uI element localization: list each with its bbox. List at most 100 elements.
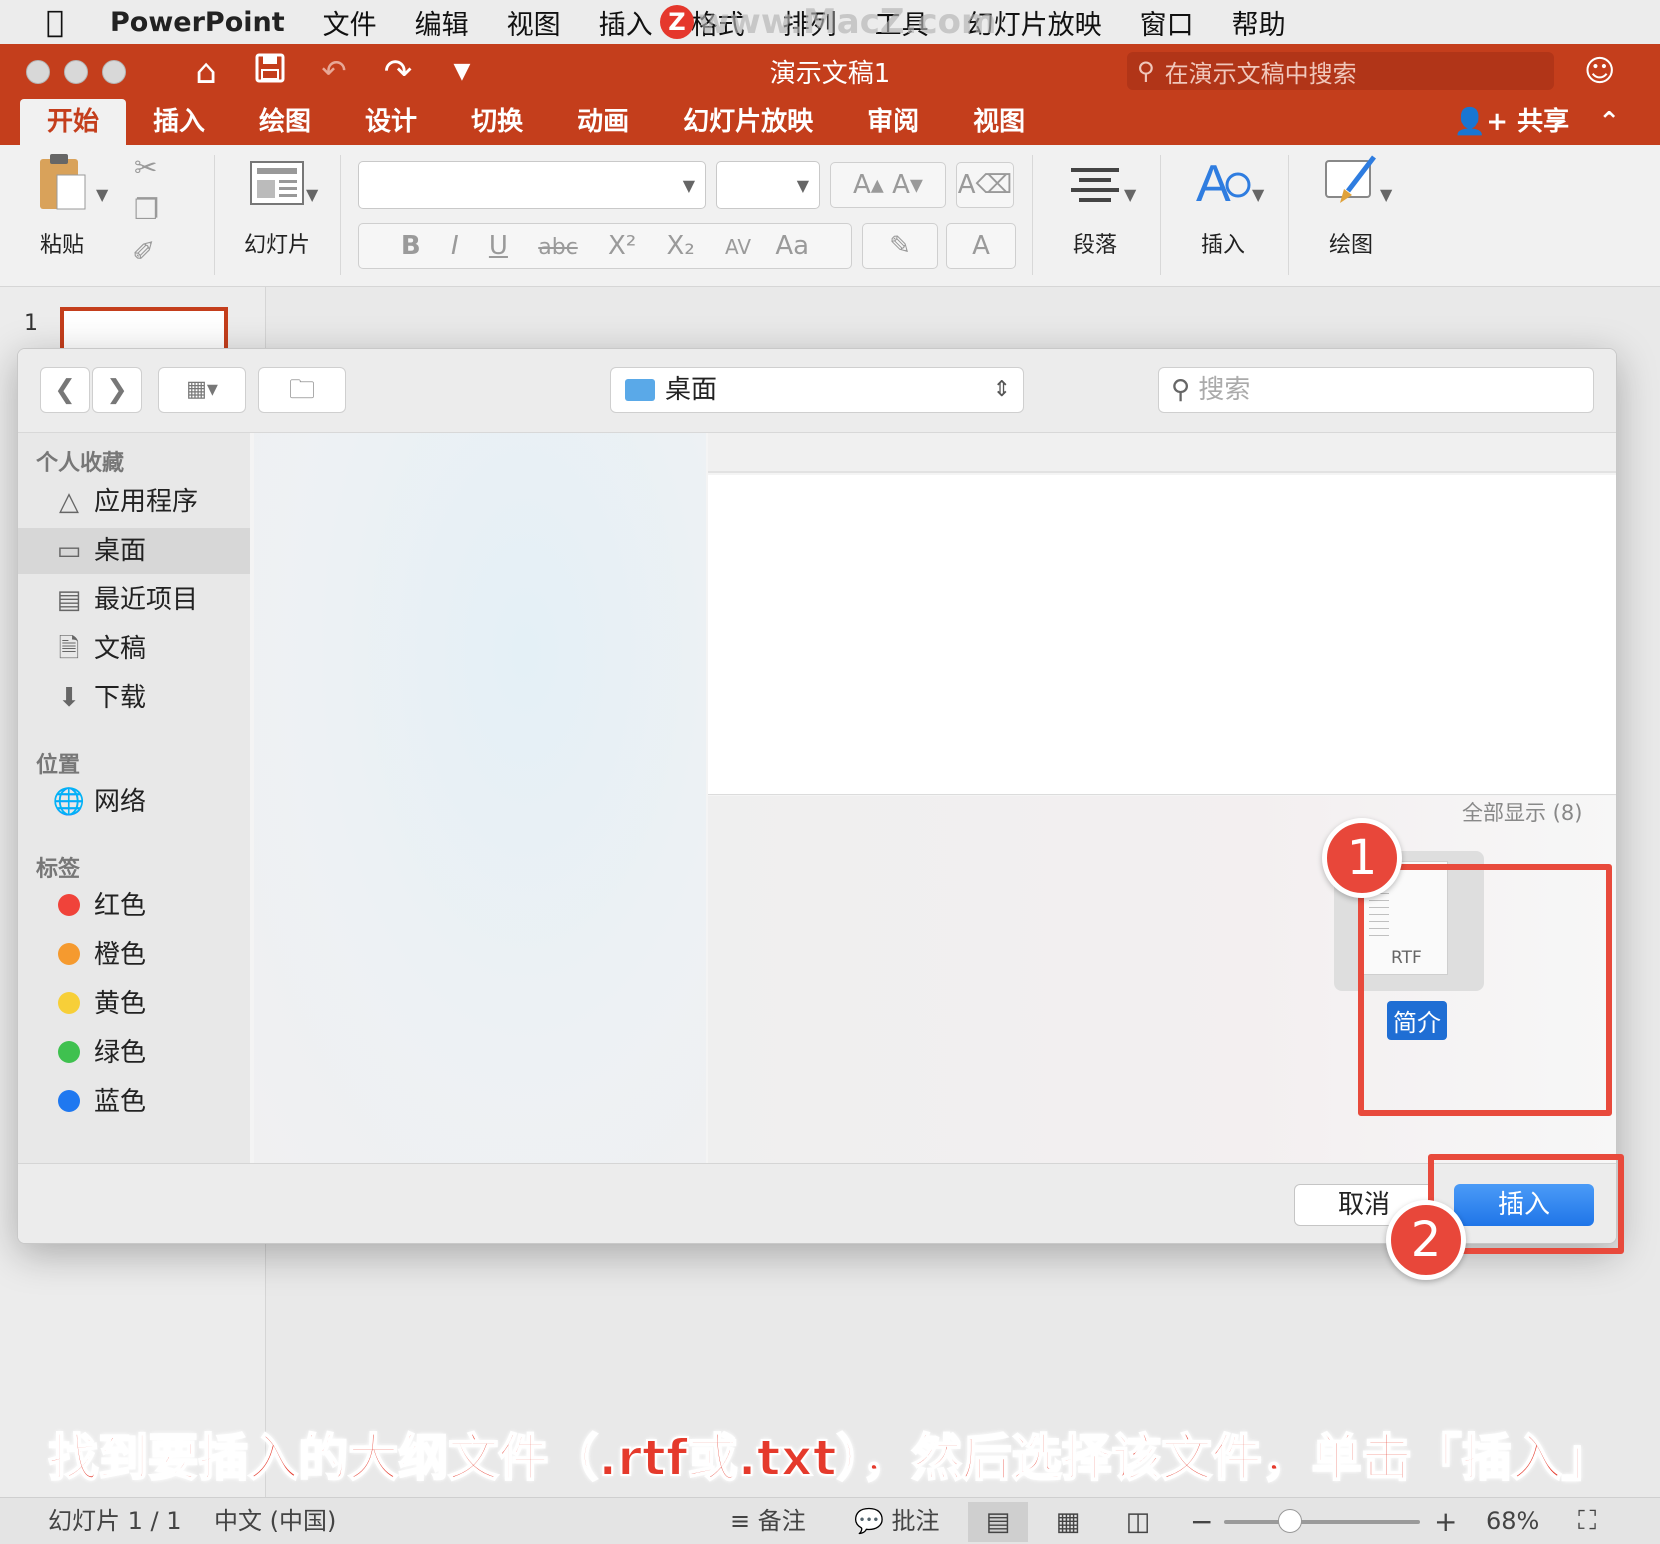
menu-insert[interactable]: 插入 <box>599 3 653 42</box>
paste-dropdown-icon[interactable]: ▼ <box>96 185 108 204</box>
comment-icon: 💬 <box>854 1507 884 1535</box>
format-painter-icon[interactable]: ✐ <box>132 235 155 268</box>
slide-sorter-icon[interactable]: ▦ <box>1038 1502 1098 1542</box>
menu-view[interactable]: 视图 <box>507 3 561 42</box>
sidebar-item-applications[interactable]: △ 应用程序 <box>18 479 250 525</box>
tab-slideshow[interactable]: 幻灯片放映 <box>656 99 840 145</box>
sidebar-item-documents[interactable]: 🗎 文稿 <box>18 626 250 672</box>
customize-toolbar-icon[interactable]: ▼ <box>442 59 482 84</box>
subscript-icon[interactable]: X₂ <box>667 231 695 261</box>
tab-design[interactable]: 设计 <box>338 99 444 145</box>
redo-icon[interactable]: ↷ <box>378 52 418 92</box>
location-select[interactable]: 桌面 ⇕ <box>610 367 1024 413</box>
tab-draw[interactable]: 绘图 <box>232 99 338 145</box>
clipboard-icon <box>22 151 102 227</box>
language-indicator[interactable]: 中文 (中国) <box>214 1498 336 1544</box>
view-options-button[interactable]: ▦▾ <box>158 367 246 413</box>
close-window-button[interactable] <box>26 59 50 84</box>
zoom-slider-handle[interactable] <box>1278 1509 1302 1533</box>
tab-animations[interactable]: 动画 <box>550 99 656 145</box>
forward-button[interactable]: ❯ <box>92 367 142 413</box>
font-name-select[interactable]: ▼ <box>358 161 706 209</box>
decrease-font-size-icon[interactable]: A▾ <box>892 170 923 200</box>
menu-help[interactable]: 帮助 <box>1232 3 1286 42</box>
superscript-icon[interactable]: X² <box>608 231 636 261</box>
sidebar-tag-green[interactable]: 绿色 <box>18 1030 250 1076</box>
menu-app-name[interactable]: PowerPoint <box>110 7 285 38</box>
back-button[interactable]: ❮ <box>40 367 90 413</box>
search-icon: ⚲ <box>1171 375 1191 405</box>
tab-transitions[interactable]: 切换 <box>444 99 550 145</box>
notes-button[interactable]: ≡ 备注 <box>730 1498 806 1544</box>
drawing-dropdown-icon[interactable]: ▼ <box>1380 185 1392 204</box>
menu-slideshow[interactable]: 幻灯片放映 <box>967 3 1102 42</box>
zoom-slider[interactable] <box>1224 1520 1420 1524</box>
apple-icon[interactable]:  <box>0 5 110 40</box>
share-button[interactable]: 👤+ 共享 ⌃ <box>1454 99 1620 145</box>
zoom-level[interactable]: 68% <box>1486 1498 1539 1544</box>
insert-dropdown-icon[interactable]: ▼ <box>1252 185 1264 204</box>
bold-icon[interactable]: B <box>401 231 421 261</box>
tab-view[interactable]: 视图 <box>946 99 1052 145</box>
menu-window[interactable]: 窗口 <box>1140 3 1194 42</box>
menu-edit[interactable]: 编辑 <box>415 3 469 42</box>
paragraph-dropdown-icon[interactable]: ▼ <box>1124 185 1136 204</box>
slides-dropdown-icon[interactable]: ▼ <box>306 185 318 204</box>
italic-icon[interactable]: I <box>451 231 459 261</box>
normal-view-icon[interactable]: ▤ <box>968 1502 1028 1542</box>
clear-formatting-icon[interactable]: A⌫ <box>956 162 1014 208</box>
zoom-window-button[interactable] <box>102 59 126 84</box>
tab-home[interactable]: 开始 <box>20 99 127 145</box>
fit-to-window-icon[interactable]: ⛶ <box>1578 1498 1596 1544</box>
undo-icon[interactable]: ↶ <box>314 54 354 89</box>
save-icon[interactable] <box>250 52 290 92</box>
highlight-color-icon[interactable]: ✎ <box>862 223 938 269</box>
minimize-window-button[interactable] <box>64 59 88 84</box>
feedback-smiley-icon[interactable]: ☺ <box>1584 54 1615 89</box>
new-folder-button[interactable]: 🗀 <box>258 367 346 413</box>
document-search-field[interactable]: ⚲ 在演示文稿中搜索 <box>1127 52 1554 90</box>
presenter-view-icon[interactable]: ◫ <box>1108 1502 1168 1542</box>
home-icon[interactable]: ⌂ <box>186 52 226 92</box>
sidebar-item-label: 桌面 <box>94 536 147 566</box>
comments-button[interactable]: 💬 批注 <box>854 1498 940 1544</box>
sidebar-item-downloads[interactable]: ⬇ 下载 <box>18 675 250 721</box>
sidebar-tag-blue[interactable]: 蓝色 <box>18 1079 250 1125</box>
sidebar-tag-orange[interactable]: 橙色 <box>18 932 250 978</box>
tab-insert[interactable]: 插入 <box>126 99 232 145</box>
menu-file[interactable]: 文件 <box>323 3 377 42</box>
font-size-adjust-group: A▴ A▾ <box>830 162 946 208</box>
increase-font-size-icon[interactable]: A▴ <box>853 170 884 200</box>
dialog-search-field[interactable]: ⚲ 搜索 <box>1158 367 1594 413</box>
paste-button[interactable]: 粘贴 <box>22 151 102 259</box>
insert-shapes-button[interactable]: A 插入 <box>1178 151 1268 259</box>
drawing-button[interactable]: 绘图 <box>1306 151 1396 259</box>
zoom-out-icon[interactable]: − <box>1190 1498 1213 1544</box>
step-2-badge: 2 <box>1386 1200 1466 1280</box>
red-tag-dot-icon <box>58 894 80 916</box>
new-folder-icon: 🗀 <box>288 375 315 405</box>
sidebar-item-recents[interactable]: ▤ 最近项目 <box>18 577 250 623</box>
show-all-link[interactable]: 全部显示 (8) <box>1462 797 1582 827</box>
new-slide-button[interactable]: 幻灯片 <box>232 151 322 259</box>
font-size-select[interactable]: ▼ <box>716 161 820 209</box>
cut-icon[interactable]: ✂ <box>134 151 157 184</box>
strikethrough-icon[interactable]: abc <box>538 235 578 260</box>
paragraph-button[interactable]: 段落 <box>1050 151 1140 259</box>
collapse-ribbon-icon[interactable]: ⌃ <box>1598 107 1620 137</box>
zoom-in-icon[interactable]: + <box>1434 1498 1457 1544</box>
underline-icon[interactable]: U <box>489 231 508 261</box>
character-spacing-icon[interactable]: AV <box>725 235 751 259</box>
copy-icon[interactable]: ❐ <box>134 193 159 226</box>
sidebar-tag-yellow[interactable]: 黄色 <box>18 981 250 1027</box>
menu-arrange[interactable]: 排列 <box>783 3 837 42</box>
sidebar-item-network[interactable]: 🌐 网络 <box>18 779 250 825</box>
sidebar-item-desktop[interactable]: ▭ 桌面 <box>18 528 250 574</box>
folder-icon <box>625 379 655 401</box>
tab-review[interactable]: 审阅 <box>840 99 946 145</box>
menu-format[interactable]: 格式 <box>691 3 745 42</box>
sidebar-tag-red[interactable]: 红色 <box>18 883 250 929</box>
font-color-icon[interactable]: A <box>946 223 1016 269</box>
menu-tools[interactable]: 工具 <box>875 3 929 42</box>
change-case-icon[interactable]: Aa <box>775 231 809 261</box>
